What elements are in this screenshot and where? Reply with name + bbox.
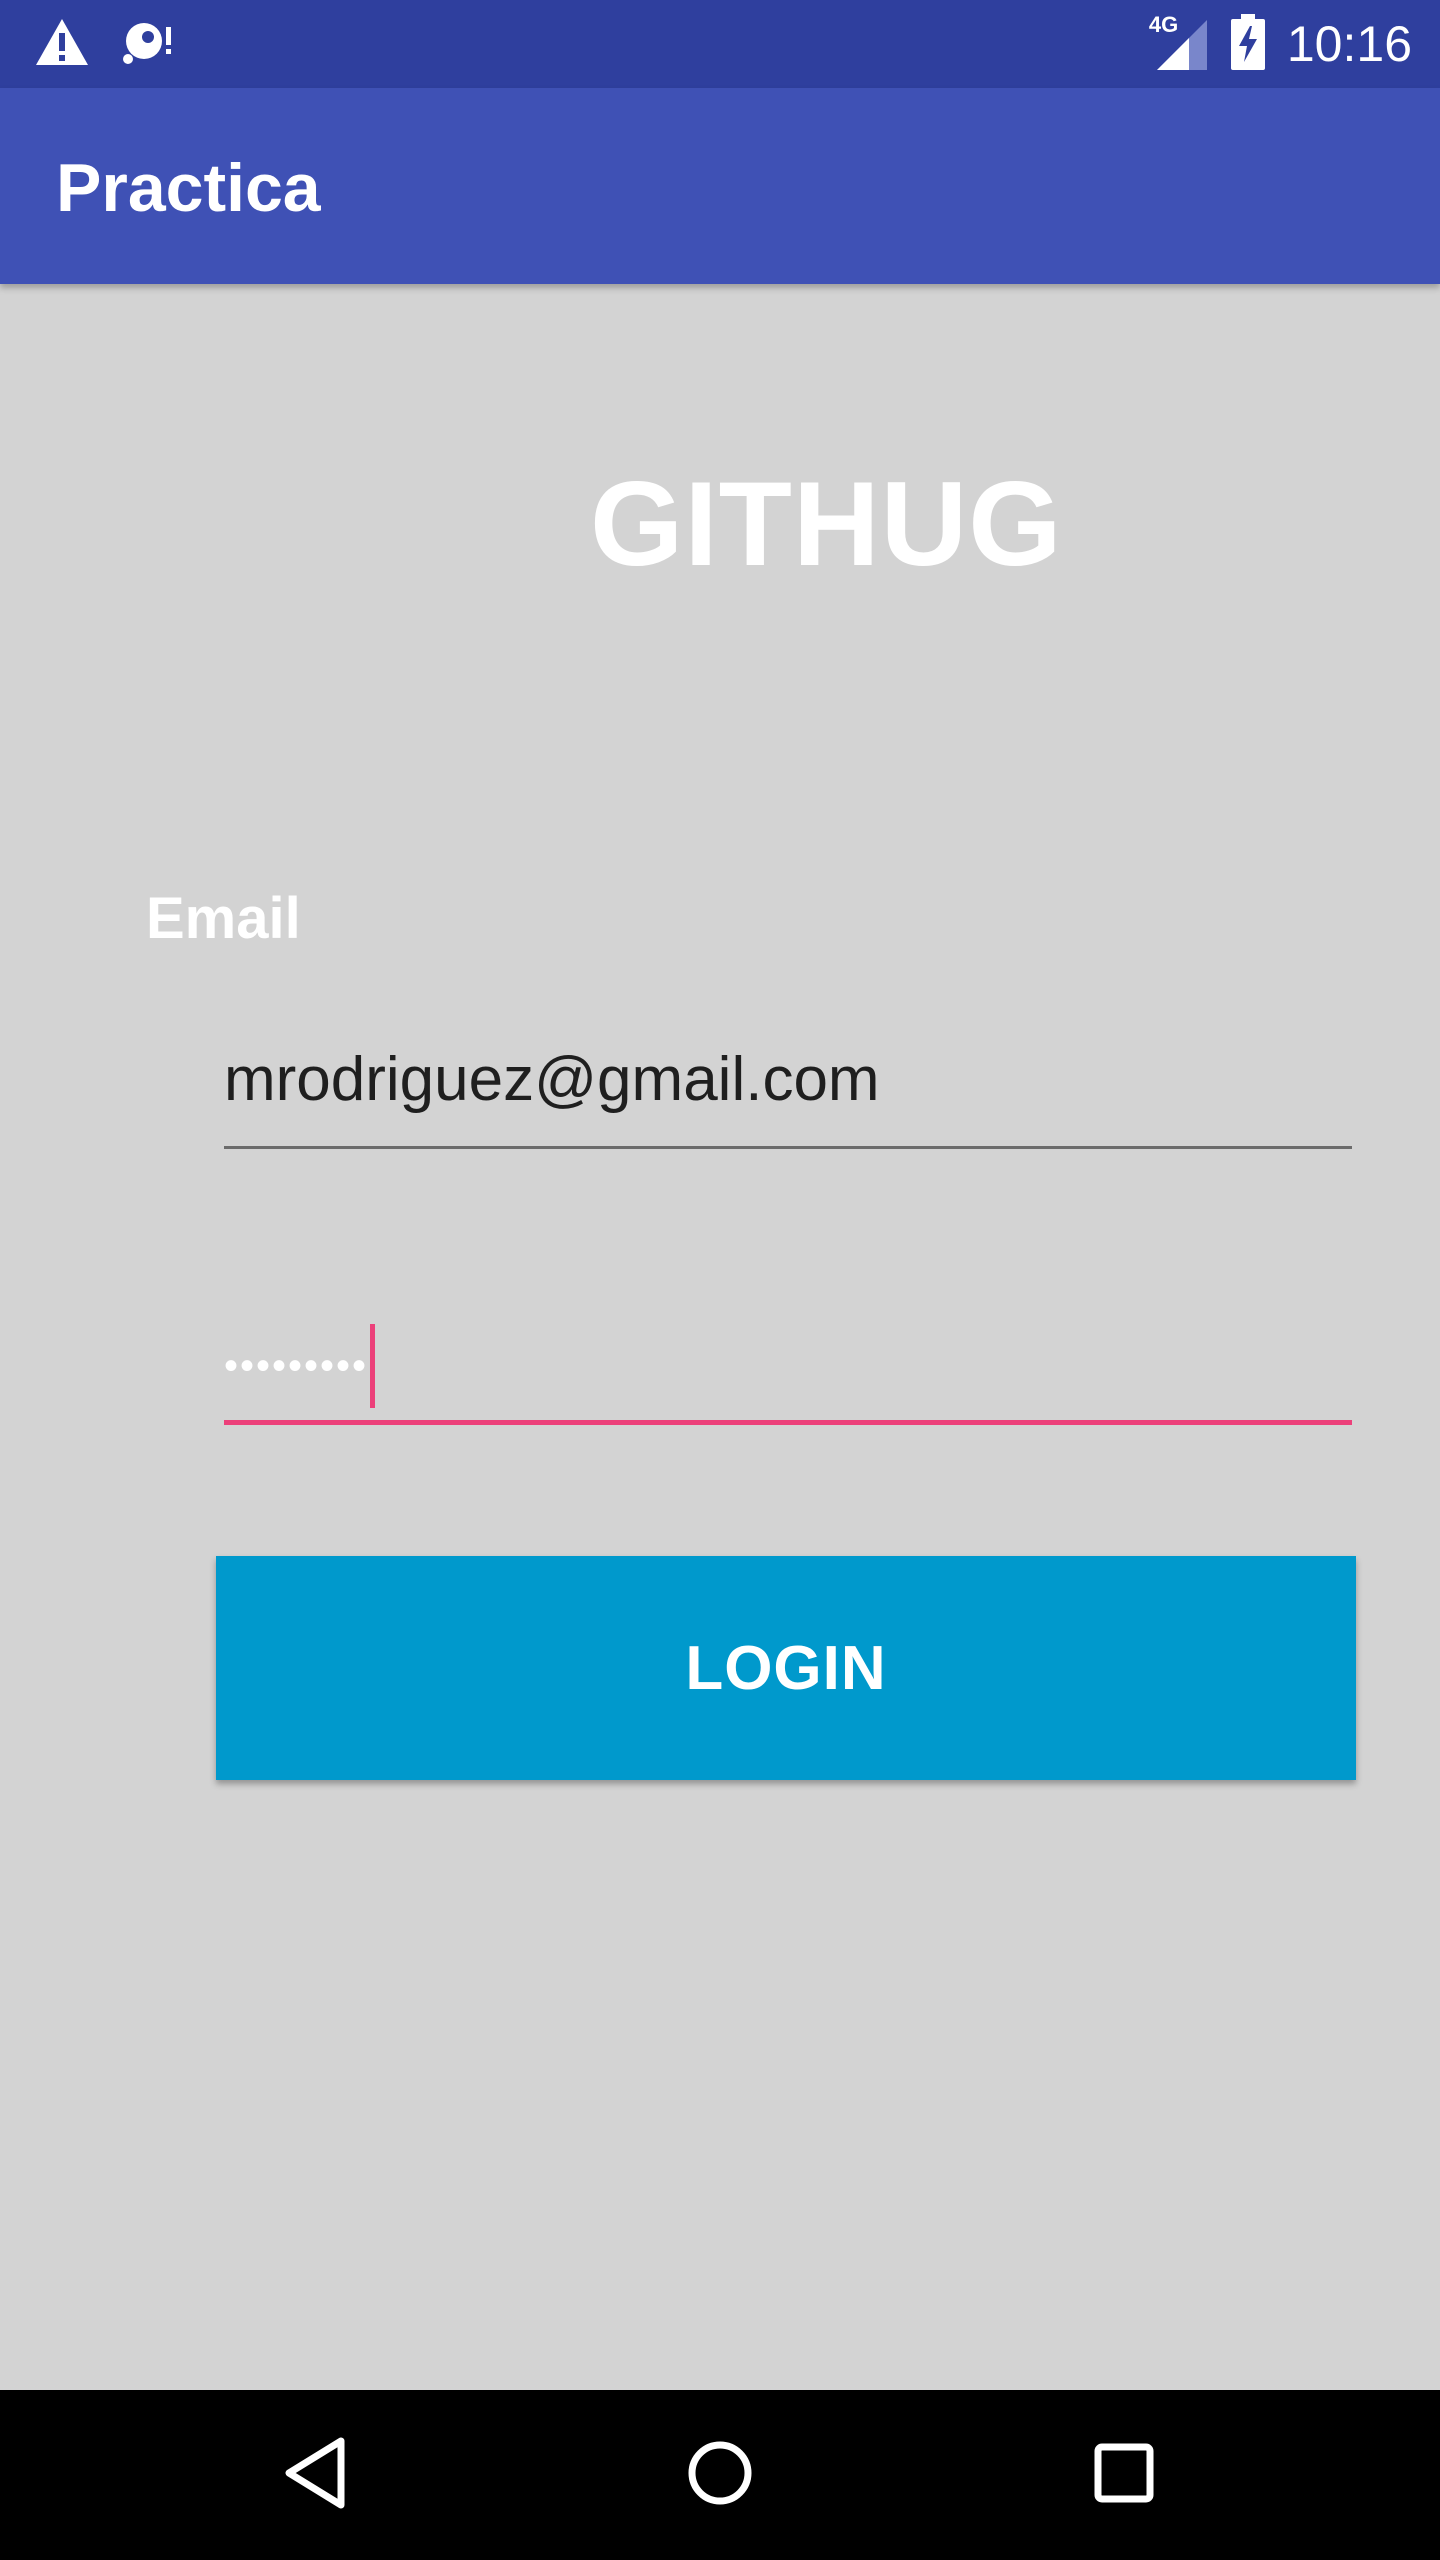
- signal-icon: 4G: [1149, 12, 1209, 72]
- back-icon: [281, 2435, 351, 2516]
- navigation-bar: [0, 2390, 1440, 2560]
- status-left-icons: [34, 16, 176, 72]
- password-field[interactable]: •••••••••: [224, 1310, 1352, 1425]
- login-button[interactable]: LOGIN: [216, 1556, 1356, 1780]
- app-title: Practica: [56, 150, 321, 226]
- app-bar: Practica: [0, 88, 1440, 284]
- password-mask: •••••••••: [224, 1344, 369, 1388]
- sd-card-alert-icon: [120, 17, 176, 72]
- recents-icon: [1092, 2441, 1156, 2510]
- email-field[interactable]: mrodriguez@gmail.com: [224, 1030, 1352, 1149]
- password-input-content: •••••••••: [224, 1324, 376, 1408]
- battery-charging-icon: [1230, 13, 1265, 75]
- status-bar: 4G 10:16: [0, 0, 1440, 88]
- email-value: mrodriguez@gmail.com: [224, 1045, 880, 1114]
- status-time: 10:16: [1286, 16, 1412, 72]
- home-button[interactable]: [640, 2390, 800, 2560]
- login-content: GITHUG Email mrodriguez@gmail.com ••••••…: [0, 284, 1440, 2390]
- email-label: Email: [146, 886, 301, 951]
- home-icon: [685, 2438, 755, 2513]
- recents-button[interactable]: [1044, 2390, 1204, 2560]
- status-right-icons: 4G 10:16: [1149, 12, 1412, 75]
- brand-title: GITHUG: [590, 457, 1063, 591]
- text-cursor: [370, 1324, 376, 1408]
- warning-icon: [34, 17, 90, 72]
- back-button[interactable]: [236, 2390, 396, 2560]
